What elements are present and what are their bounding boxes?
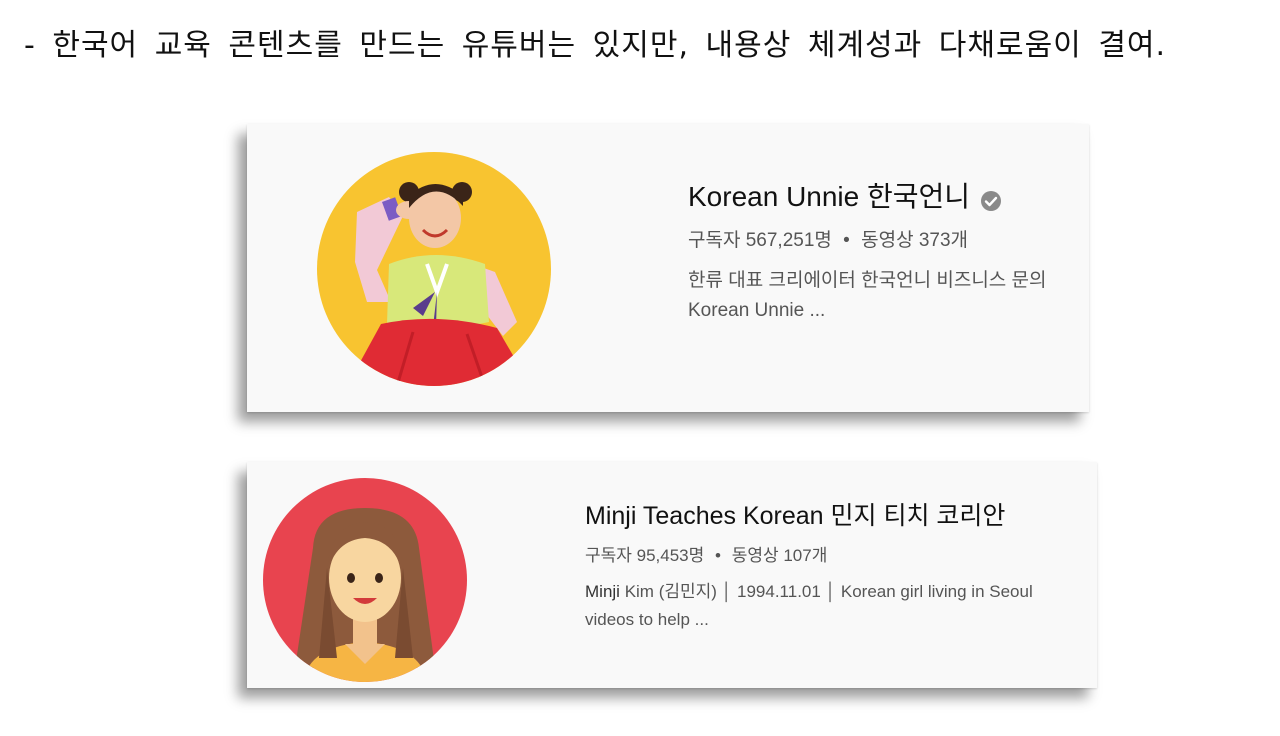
description-name: Minji: [585, 582, 620, 601]
avatar-photo-illustration: [317, 152, 551, 386]
page: - 한국어 교육 콘텐츠를 만드는 유튜버는 있지만, 내용상 체계성과 다채로…: [0, 0, 1280, 736]
channel-avatar[interactable]: [263, 478, 467, 682]
description-line-1: Minji Kim (김민지) │ 1994.11.01 │ Korean gi…: [585, 578, 1095, 606]
channel-card-korean-unnie[interactable]: Korean Unnie 한국언니 구독자 567,251명 • 동영상 373…: [247, 124, 1089, 412]
channel-name-text[interactable]: Minji Teaches Korean 민지 티치 코리안: [585, 500, 1005, 532]
description-line-1: 한류 대표 크리에이터 한국언니 비즈니스 문의: [688, 270, 1047, 291]
channel-stats: 구독자 95,453명 • 동영상 107개: [585, 544, 1095, 568]
channel-name-text[interactable]: Korean Unnie 한국언니: [688, 180, 970, 214]
channel-info: Minji Teaches Korean 민지 티치 코리안 구독자 95,45…: [585, 500, 1095, 634]
slide-heading: - 한국어 교육 콘텐츠를 만드는 유튜버는 있지만, 내용상 체계성과 다채로…: [24, 28, 1167, 63]
video-count: 동영상 373개: [861, 230, 969, 251]
channel-avatar[interactable]: [317, 152, 551, 386]
subscriber-count: 구독자 95,453명: [585, 546, 705, 565]
channel-card-minji-teaches-korean[interactable]: Minji Teaches Korean 민지 티치 코리안 구독자 95,45…: [247, 462, 1097, 688]
subscriber-count: 구독자 567,251명: [688, 230, 832, 251]
stats-separator: •: [843, 230, 850, 251]
channel-name[interactable]: Minji Teaches Korean 민지 티치 코리안: [585, 500, 1095, 532]
check-circle-icon: [980, 186, 1002, 211]
avatar-girl-illustration: [263, 478, 467, 682]
video-count: 동영상 107개: [731, 546, 828, 565]
channel-name[interactable]: Korean Unnie 한국언니: [688, 180, 1088, 214]
channel-description: Minji Kim (김민지) │ 1994.11.01 │ Korean gi…: [585, 578, 1095, 634]
channel-info: Korean Unnie 한국언니 구독자 567,251명 • 동영상 373…: [688, 180, 1088, 326]
description-line-1-text: Kim (김민지) │ 1994.11.01 │ Korean girl liv…: [624, 582, 1033, 601]
stats-separator: •: [715, 546, 721, 565]
description-line-2: videos to help ...: [585, 610, 709, 629]
channel-description: 한류 대표 크리에이터 한국언니 비즈니스 문의 Korean Unnie ..…: [688, 266, 1088, 326]
channel-stats: 구독자 567,251명 • 동영상 373개: [688, 228, 1088, 254]
description-line-2: Korean Unnie ...: [688, 300, 826, 321]
